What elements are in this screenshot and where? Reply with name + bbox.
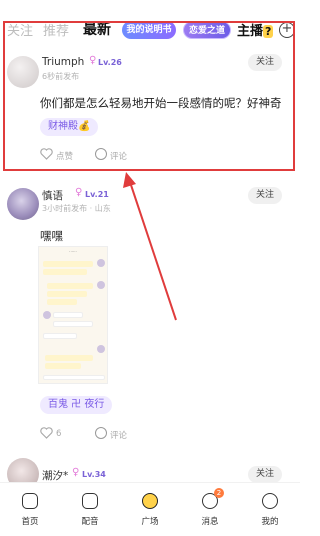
home-icon <box>22 493 38 509</box>
unread-badge: 2 <box>214 488 224 498</box>
nav-label: 我的 <box>261 517 279 527</box>
image-input-bar <box>43 375 105 380</box>
follow-button[interactable]: 关注 <box>248 187 282 204</box>
nav-item-profile[interactable]: 我的 <box>240 483 300 536</box>
nav-item-dubbing[interactable]: 配音 <box>60 483 120 536</box>
username[interactable]: 慎语 <box>42 188 63 203</box>
nav-label: 首页 <box>21 517 39 527</box>
comment-icon[interactable] <box>95 427 107 439</box>
image-avatar <box>97 259 105 267</box>
level-badge: Lv.34 <box>82 470 106 479</box>
highlight-box <box>3 21 295 171</box>
image-bubble <box>47 291 87 297</box>
post-image[interactable]: ······ <box>38 246 108 384</box>
image-bubble <box>43 261 93 267</box>
bottom-nav: 首页 配音 广场 2 消息 我的 <box>0 482 300 535</box>
image-bubble <box>43 333 77 339</box>
topic-tag[interactable]: 百鬼 卍 夜行 <box>40 396 113 414</box>
image-header: ······ <box>69 249 77 254</box>
post-card[interactable]: 潮汐* ♀ Lv.34 关注 <box>0 458 300 490</box>
level-badge: Lv.21 <box>85 190 109 199</box>
image-bubble <box>53 312 83 318</box>
like-icon[interactable] <box>40 427 53 439</box>
nav-item-home[interactable]: 首页 <box>0 483 60 536</box>
image-bubble <box>43 269 87 275</box>
username[interactable]: 潮汐* <box>42 468 68 483</box>
image-bubble <box>45 363 81 369</box>
female-icon: ♀ <box>75 187 83 198</box>
nav-item-square[interactable]: 广场 <box>120 483 180 536</box>
comment-label[interactable]: 评论 <box>110 429 127 441</box>
nav-label: 消息 <box>201 517 219 527</box>
like-count[interactable]: 6 <box>56 429 61 439</box>
profile-icon <box>262 493 278 509</box>
dubbing-icon <box>82 493 98 509</box>
image-bubble <box>47 283 93 289</box>
image-bubble <box>45 355 93 361</box>
image-avatar <box>43 311 51 319</box>
post-time: 3小时前发布 · 山东 <box>42 204 111 213</box>
image-avatar <box>97 281 105 289</box>
female-icon: ♀ <box>72 467 80 478</box>
avatar[interactable] <box>7 188 39 220</box>
post-content[interactable]: 嘿嘿 <box>40 228 63 244</box>
planet-icon <box>142 493 158 509</box>
nav-label: 配音 <box>81 517 99 527</box>
image-bubble <box>47 299 77 305</box>
nav-item-messages[interactable]: 2 消息 <box>180 483 240 536</box>
image-avatar <box>97 345 105 353</box>
nav-label: 广场 <box>141 517 159 527</box>
image-bubble <box>53 321 93 327</box>
post-actions: 百鬼 卍 夜行 6 评论 <box>0 390 300 450</box>
follow-button[interactable]: 关注 <box>248 466 282 483</box>
